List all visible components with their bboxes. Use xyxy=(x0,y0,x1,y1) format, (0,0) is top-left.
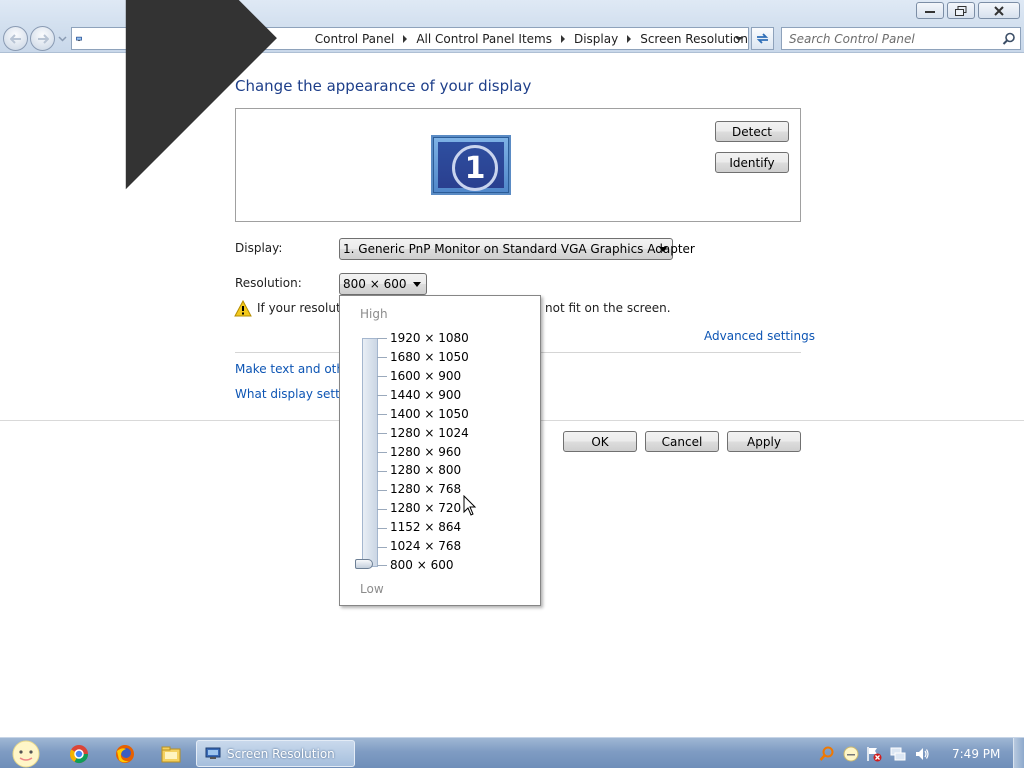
back-arrow-icon xyxy=(9,33,21,44)
slider-tick xyxy=(377,490,387,491)
firefox-icon[interactable] xyxy=(114,743,136,765)
taskbar: Screen Resolution 7:49 PM xyxy=(0,737,1024,768)
slider-tick xyxy=(377,528,387,529)
resolution-slider-track[interactable] xyxy=(362,338,378,567)
resolution-slider-thumb[interactable] xyxy=(355,559,373,569)
resolution-option[interactable]: 1680 × 1050 xyxy=(390,350,469,364)
ok-button[interactable]: OK xyxy=(563,431,637,452)
emoji-tray-icon[interactable] xyxy=(843,746,859,762)
forward-button[interactable] xyxy=(30,26,55,51)
resolution-option[interactable]: 1600 × 900 xyxy=(390,369,461,383)
window-controls xyxy=(916,2,1020,19)
advanced-settings-link[interactable]: Advanced settings xyxy=(704,329,815,343)
resolution-select-value: 800 × 600 xyxy=(343,277,407,291)
resolution-option[interactable]: 1280 × 768 xyxy=(390,482,461,496)
search-icon[interactable] xyxy=(1002,32,1016,46)
display-label: Display: xyxy=(235,241,283,255)
breadcrumb-separator-icon xyxy=(403,34,408,43)
slider-tick xyxy=(377,452,387,453)
display-select-value: 1. Generic PnP Monitor on Standard VGA G… xyxy=(343,242,695,256)
breadcrumb-screen-resolution[interactable]: Screen Resolution xyxy=(640,32,748,46)
search-box[interactable] xyxy=(781,27,1021,50)
minimize-button[interactable] xyxy=(916,2,944,19)
breadcrumb-all-items[interactable]: All Control Panel Items xyxy=(416,32,552,46)
clock[interactable]: 7:49 PM xyxy=(952,747,1000,761)
back-button[interactable] xyxy=(3,26,28,51)
slider-tick xyxy=(377,509,387,510)
taskbar-item-screen-resolution[interactable]: Screen Resolution xyxy=(196,740,355,767)
breadcrumb-separator-icon xyxy=(560,34,565,43)
resolution-option[interactable]: 1280 × 1024 xyxy=(390,426,469,440)
chrome-icon[interactable] xyxy=(68,743,90,765)
slider-tick xyxy=(377,395,387,396)
slider-tick xyxy=(377,471,387,472)
breadcrumb-display[interactable]: Display xyxy=(574,32,618,46)
slider-tick xyxy=(377,565,387,566)
slider-tick xyxy=(377,433,387,434)
taskbar-item-label: Screen Resolution xyxy=(227,746,335,761)
monitor-icon[interactable]: 1 xyxy=(431,135,511,195)
warning-icon xyxy=(234,300,252,317)
slider-tick xyxy=(377,376,387,377)
refresh-button[interactable] xyxy=(751,27,774,50)
resolution-option[interactable]: 1400 × 1050 xyxy=(390,407,469,421)
minimize-icon xyxy=(925,10,935,13)
slider-tick xyxy=(377,338,387,339)
restore-button[interactable] xyxy=(947,2,975,19)
close-button[interactable] xyxy=(978,2,1020,19)
resolution-option[interactable]: 1024 × 768 xyxy=(390,539,461,553)
search-input[interactable] xyxy=(789,31,989,46)
breadcrumb-separator-icon xyxy=(627,34,632,43)
restore-icon xyxy=(955,5,967,16)
start-button-icon[interactable] xyxy=(6,738,48,768)
file-explorer-icon[interactable] xyxy=(160,743,182,765)
apply-button[interactable]: Apply xyxy=(727,431,801,452)
monitor-preview-panel: 1 Detect Identify xyxy=(235,108,801,222)
low-label: Low xyxy=(360,582,384,596)
refresh-icon xyxy=(756,33,769,44)
navigation-bar: Control Panel All Control Panel Items Di… xyxy=(0,0,1024,190)
action-center-flag-icon[interactable] xyxy=(866,746,882,762)
search-tray-icon[interactable] xyxy=(819,746,835,762)
control-panel-icon xyxy=(76,36,82,41)
resolution-option[interactable]: 1280 × 720 xyxy=(390,501,461,515)
chevron-down-icon xyxy=(413,282,421,287)
resolution-select[interactable]: 800 × 600 xyxy=(339,273,427,295)
warning-text-end: not fit on the screen. xyxy=(545,301,671,315)
warning-text: If your resolutio xyxy=(257,301,352,315)
high-label: High xyxy=(360,307,388,321)
identify-button[interactable]: Identify xyxy=(715,152,789,173)
resolution-dropdown: High 1920 × 1080 1680 × 1050 1600 × 900 … xyxy=(339,295,541,606)
address-history-chevron-icon[interactable] xyxy=(734,35,744,43)
resolution-option[interactable]: 1280 × 960 xyxy=(390,445,461,459)
show-desktop-button[interactable] xyxy=(1013,738,1024,768)
control-panel-icon xyxy=(205,747,221,759)
breadcrumb-control-panel[interactable]: Control Panel xyxy=(315,32,395,46)
chevron-down-icon xyxy=(659,247,667,252)
resolution-option-selected[interactable]: 800 × 600 xyxy=(390,558,454,572)
resolution-option[interactable]: 1152 × 864 xyxy=(390,520,461,534)
slider-tick xyxy=(377,547,387,548)
page-title: Change the appearance of your display xyxy=(235,77,532,95)
forward-arrow-icon xyxy=(37,33,49,44)
close-icon xyxy=(994,5,1004,16)
network-icon[interactable] xyxy=(890,746,906,762)
resolution-label: Resolution: xyxy=(235,276,302,290)
slider-tick xyxy=(377,414,387,415)
slider-tick xyxy=(377,357,387,358)
monitor-number: 1 xyxy=(452,145,498,191)
detect-button[interactable]: Detect xyxy=(715,121,789,142)
mouse-cursor-icon xyxy=(463,495,477,516)
resolution-option[interactable]: 1920 × 1080 xyxy=(390,331,469,345)
cancel-button[interactable]: Cancel xyxy=(645,431,719,452)
resolution-option[interactable]: 1440 × 900 xyxy=(390,388,461,402)
recent-pages-chevron-icon[interactable] xyxy=(58,34,67,43)
address-bar[interactable]: Control Panel All Control Panel Items Di… xyxy=(71,0,749,190)
display-select[interactable]: 1. Generic PnP Monitor on Standard VGA G… xyxy=(339,238,695,260)
volume-icon[interactable] xyxy=(914,746,930,762)
resolution-option[interactable]: 1280 × 800 xyxy=(390,463,461,477)
